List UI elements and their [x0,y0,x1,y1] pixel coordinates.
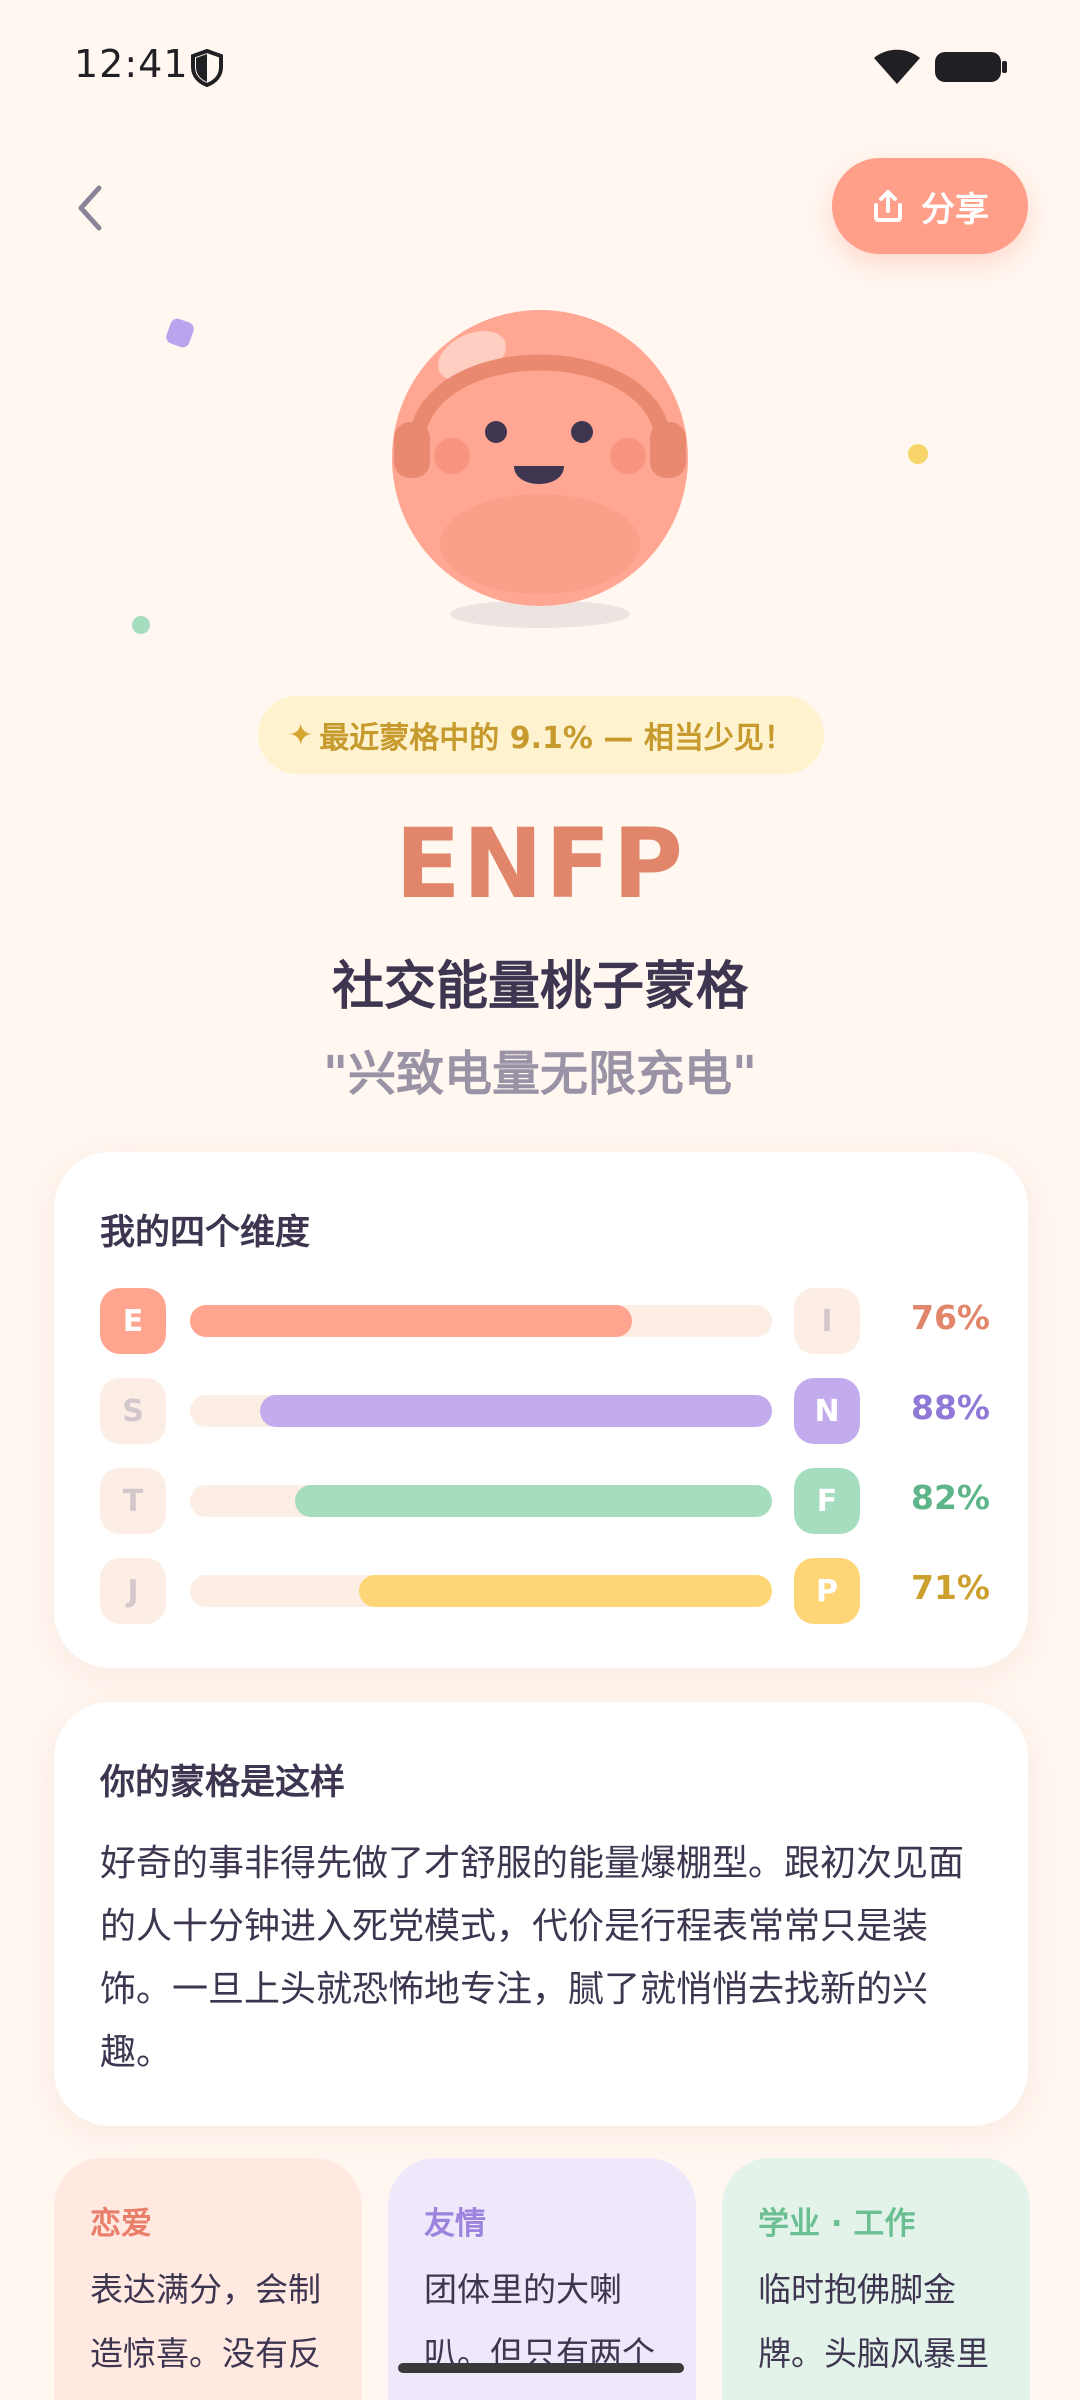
rarity-badge: ✦ 最近蒙格中的 9.1% — 相当少见！ [258,696,824,774]
chevron-left-icon [78,185,102,231]
friendship-card-text: 团体里的大喇叭。但只有两个人时才说真心话 [424,2270,655,2400]
type-code: ENFP [395,808,685,920]
rarity-text: 最近蒙格中的 9.1% — 相当少见！ [319,721,794,756]
share-label: 分享 [921,189,989,230]
dimension-percent: 76% [911,1298,990,1337]
dimension-percent: 71% [911,1568,990,1607]
dimension-fill [359,1575,772,1607]
dimension-row-ei: E I 76% [100,1288,1000,1354]
share-button[interactable]: 分享 [832,158,1028,254]
dimension-track [190,1305,772,1337]
dimension-letter-left: E [100,1288,166,1354]
result-page: 12:41 分享 ✦ 最近蒙格中的 9.1% — 相当少见！ ENFP 社交能量… [0,0,1080,2400]
dimension-fill [295,1485,772,1517]
peach-mascot-illustration [392,310,688,628]
dimension-fill [190,1305,632,1337]
dimension-row-jp: J P 71% [100,1558,1000,1624]
love-card-title: 恋爱 [90,2206,152,2242]
decorative-confetti [164,316,196,350]
dimensions-title: 我的四个维度 [100,1213,311,1253]
decorative-dot [908,444,928,464]
description-title: 你的蒙格是这样 [100,1763,346,1803]
shield-icon [191,48,223,88]
dimension-track [190,1485,772,1517]
study-work-card[interactable]: 学业 · 工作 临时抱佛脚金牌。头脑风暴里的王牌 [722,2158,1030,2400]
type-name: 社交能量桃子蒙格 [331,957,748,1017]
type-slogan: "兴致电量无限充电" [322,1046,758,1102]
friendship-card-title: 友情 [424,2206,486,2242]
dimension-letter-right: F [794,1468,860,1534]
description-card: 你的蒙格是这样 好奇的事非得先做了才舒服的能量爆棚型。跟初次见面的人十分钟进入死… [54,1702,1028,2126]
description-text: 好奇的事非得先做了才舒服的能量爆棚型。跟初次见面的人十分钟进入死党模式，代价是行… [100,1843,965,2073]
study-work-card-text: 临时抱佛脚金牌。头脑风暴里的王牌 [758,2270,989,2400]
dimension-row-sn: S N 88% [100,1378,1000,1444]
decorative-dot [132,616,150,634]
dimension-track [190,1395,772,1427]
love-card[interactable]: 恋爱 表达满分，会制造惊喜。没有反应就会失落 [54,2158,362,2400]
study-work-card-title: 学业 · 工作 [758,2206,916,2242]
dimension-letter-right: P [794,1558,860,1624]
dimension-letter-left: T [100,1468,166,1534]
dimension-letter-right: I [794,1288,860,1354]
home-indicator[interactable] [398,2363,684,2373]
share-icon [874,190,902,222]
sparkle-icon: ✦ [288,717,314,753]
dimension-percent: 82% [911,1478,990,1517]
back-button[interactable] [62,176,118,240]
status-time: 12:41 [74,42,189,86]
dimension-letter-left: J [100,1558,166,1624]
dimension-track [190,1575,772,1607]
dimension-letter-left: S [100,1378,166,1444]
dimension-letter-right: N [794,1378,860,1444]
dimension-fill [260,1395,772,1427]
love-card-text: 表达满分，会制造惊喜。没有反应就会失落 [90,2270,321,2400]
dimension-row-tf: T F 82% [100,1468,1000,1534]
battery-icon [935,52,1007,82]
dimension-percent: 88% [911,1388,990,1427]
status-bar: 12:41 [0,0,1080,130]
wifi-icon [874,49,920,84]
dimensions-card: 我的四个维度 E I 76% S N 88% T F 82% J P 71% [54,1152,1028,1668]
